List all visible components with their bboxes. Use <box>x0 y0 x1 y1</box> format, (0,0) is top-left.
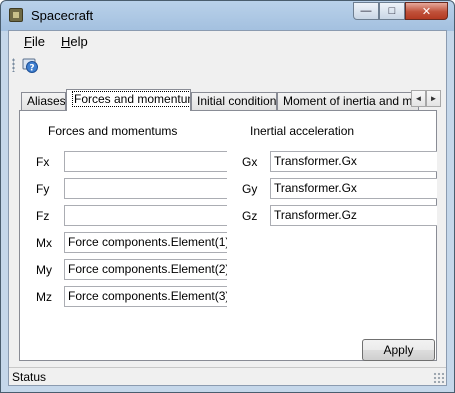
forces-tab-panel: Forces and momentums Inertial accelerati… <box>19 110 437 361</box>
menu-file[interactable]: File <box>24 34 45 49</box>
tab-strip: Aliases Forces and momentums Initial con… <box>19 89 441 111</box>
tab-scroll-right-icon[interactable]: ► <box>426 90 441 107</box>
fz-label: Fz <box>36 209 50 223</box>
fy-label: Fy <box>36 182 50 196</box>
status-text: Status <box>12 370 47 384</box>
tab-moment-of-inertia[interactable]: Moment of inertia and mas <box>277 92 419 110</box>
main-window: Spacecraft — □ ✕ File Help ? Aliases For… <box>0 0 455 393</box>
fy-field[interactable] <box>64 178 227 199</box>
status-bar: Status <box>9 367 446 385</box>
window-controls: — □ ✕ <box>353 2 448 20</box>
maximize-button[interactable]: □ <box>379 2 405 20</box>
fz-field[interactable] <box>64 205 227 226</box>
mx-label: Mx <box>36 236 52 250</box>
minimize-button[interactable]: — <box>353 2 379 20</box>
tab-scroll-left-icon[interactable]: ◄ <box>411 90 426 107</box>
gz-field[interactable]: Transformer.Gz <box>270 205 437 226</box>
tab-scroll-arrows: ◄ ► <box>411 90 441 107</box>
my-field[interactable]: Force components.Element(2) <box>64 259 227 280</box>
gx-field[interactable]: Transformer.Gx <box>270 151 437 172</box>
inertial-section-title: Inertial acceleration <box>250 124 355 138</box>
fx-field[interactable] <box>64 151 227 172</box>
toolbar-grip[interactable] <box>12 58 15 72</box>
my-label: My <box>36 263 52 277</box>
mz-field[interactable]: Force components.Element(3) <box>64 286 227 307</box>
apply-button[interactable]: Apply <box>362 339 435 361</box>
gz-label: Gz <box>242 209 258 223</box>
gx-label: Gx <box>242 155 258 169</box>
mx-field[interactable]: Force components.Element(1) <box>64 232 227 253</box>
menu-help[interactable]: Help <box>61 34 88 49</box>
gy-label: Gy <box>242 182 258 196</box>
svg-text:?: ? <box>29 64 34 74</box>
menu-bar: File Help <box>9 31 446 53</box>
title-bar[interactable]: Spacecraft — □ ✕ <box>1 1 454 30</box>
forces-section-title: Forces and momentums <box>48 124 178 138</box>
fx-label: Fx <box>36 155 50 169</box>
toolbar: ? <box>9 53 446 77</box>
mz-label: Mz <box>36 290 52 304</box>
app-icon <box>9 8 23 22</box>
gy-field[interactable]: Transformer.Gx <box>270 178 437 199</box>
tab-forces-and-momentums[interactable]: Forces and momentums <box>66 89 191 111</box>
size-grip-icon[interactable] <box>433 372 444 383</box>
window-title: Spacecraft <box>31 8 94 23</box>
help-about-icon[interactable]: ? <box>21 56 39 74</box>
tab-aliases[interactable]: Aliases <box>21 92 66 110</box>
close-button[interactable]: ✕ <box>405 2 448 20</box>
tab-initial-conditions[interactable]: Initial conditions <box>191 92 277 110</box>
client-area: File Help ? Aliases Forces and momentums… <box>8 30 447 386</box>
